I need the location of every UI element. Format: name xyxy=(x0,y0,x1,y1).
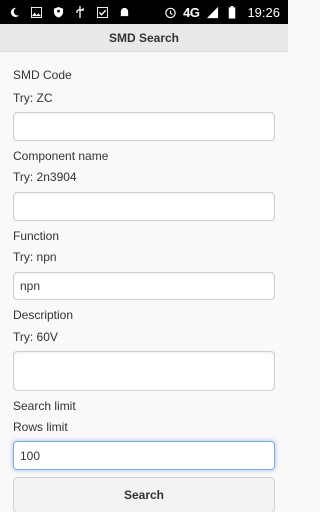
component-name-hint: Try: 2n3904 xyxy=(13,170,77,184)
component-name-label: Component name xyxy=(13,149,109,163)
search-limit-hint: Rows limit xyxy=(13,420,68,434)
function-label: Function xyxy=(13,229,60,243)
component-name-input[interactable] xyxy=(13,192,275,221)
status-notifications xyxy=(0,6,130,18)
smd-code-label: SMD Code xyxy=(13,68,72,82)
description-input[interactable] xyxy=(13,351,275,391)
status-bar: 4G 19:26 xyxy=(0,0,288,24)
description-hint: Try: 60V xyxy=(13,330,58,344)
alarm-icon xyxy=(163,5,177,19)
search-button[interactable]: Search xyxy=(13,477,275,512)
status-system: 4G 19:26 xyxy=(163,0,280,24)
search-limit-input[interactable] xyxy=(13,441,275,470)
smd-code-hint: Try: ZC xyxy=(13,91,53,105)
app-bar: SMD Search xyxy=(0,24,288,52)
network-type: 4G xyxy=(183,4,200,20)
clock: 19:26 xyxy=(247,4,280,20)
usb-icon xyxy=(74,6,86,18)
image-icon xyxy=(30,6,42,18)
shield-icon xyxy=(52,6,64,18)
smd-code-input[interactable] xyxy=(13,112,275,141)
function-hint: Try: npn xyxy=(13,250,57,264)
function-input[interactable] xyxy=(13,272,275,300)
android-icon xyxy=(118,6,130,18)
search-limit-label: Search limit xyxy=(13,399,76,413)
moon-icon xyxy=(8,6,20,18)
check-box-icon xyxy=(96,6,108,18)
battery-icon xyxy=(225,5,239,19)
signal-icon xyxy=(205,5,219,19)
description-label: Description xyxy=(13,308,74,322)
page-title: SMD Search xyxy=(108,30,180,45)
